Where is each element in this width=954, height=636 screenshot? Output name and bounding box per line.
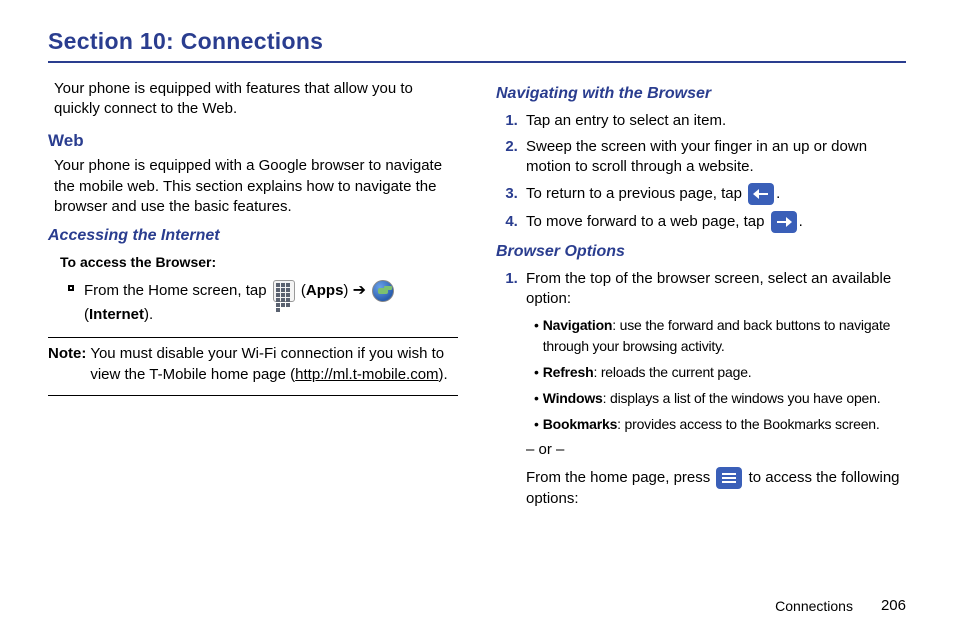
right-column: Navigating with the Browser Tap an entry… — [496, 75, 906, 515]
options-list: From the top of the browser screen, sele… — [496, 269, 906, 509]
options-intro: From the top of the browser screen, sele… — [526, 270, 891, 307]
opt-term-1: Refresh — [543, 364, 594, 380]
or-separator: – or – — [526, 440, 906, 460]
opt-term-3: Bookmarks — [543, 416, 617, 432]
option-windows: •Windows: displays a list of the windows… — [534, 388, 906, 409]
nav-step-3-text: To return to a previous page, tap — [526, 185, 746, 202]
web-heading: Web — [48, 130, 458, 153]
note-block: Note: You must disable your Wi-Fi connec… — [48, 344, 458, 385]
manual-page: Section 10: Connections Your phone is eq… — [0, 0, 954, 636]
tmobile-link[interactable]: http://ml.t-mobile.com — [295, 366, 438, 383]
options-step-1: From the top of the browser screen, sele… — [522, 269, 906, 509]
opt-desc-3: : provides access to the Bookmarks scree… — [617, 416, 879, 432]
square-bullet-icon — [68, 285, 74, 291]
intro-paragraph: Your phone is equipped with features tha… — [48, 79, 458, 120]
from-home-text: From the Home screen, tap — [84, 282, 271, 299]
page-footer: Connections 206 — [775, 597, 906, 614]
menu-button-icon — [716, 467, 742, 489]
nav-step-4-period: . — [799, 213, 803, 230]
two-column-layout: Your phone is equipped with features tha… — [48, 75, 906, 515]
note-body: You must disable your Wi-Fi connection i… — [90, 344, 458, 385]
arrow-right-icon: ➔ — [353, 282, 366, 299]
note-label: Note: — [48, 344, 86, 385]
title-rule — [48, 61, 906, 63]
left-column: Your phone is equipped with features tha… — [48, 75, 458, 515]
options-bullets: •Navigation: use the forward and back bu… — [526, 315, 906, 435]
nav-step-4-text: To move forward to a web page, tap — [526, 213, 769, 230]
opt-desc-1: : reloads the current page. — [593, 364, 751, 380]
nav-step-4: To move forward to a web page, tap . — [522, 211, 906, 233]
web-body: Your phone is equipped with a Google bro… — [48, 156, 458, 217]
note-separator-bottom — [48, 395, 458, 396]
opt-term-0: Navigation — [543, 317, 613, 333]
option-navigation: •Navigation: use the forward and back bu… — [534, 315, 906, 357]
home-press-pre: From the home page, press — [526, 469, 714, 486]
opt-term-2: Windows — [543, 390, 603, 406]
to-access-label: To access the Browser: — [48, 253, 458, 272]
nav-step-3-period: . — [776, 185, 780, 202]
nav-step-1: Tap an entry to select an item. — [522, 111, 906, 131]
home-press-line: From the home page, press to access the … — [526, 467, 906, 509]
apps-icon — [273, 280, 295, 302]
browser-options-heading: Browser Options — [496, 241, 906, 263]
access-instruction: From the Home screen, tap (Apps) ➔ (Inte… — [48, 278, 458, 328]
note-text-2: ). — [439, 366, 448, 383]
note-separator-top — [48, 337, 458, 338]
footer-page-number: 206 — [881, 597, 906, 614]
navigating-list: Tap an entry to select an item. Sweep th… — [496, 111, 906, 234]
globe-icon — [372, 280, 394, 302]
option-bookmarks: •Bookmarks: provides access to the Bookm… — [534, 414, 906, 435]
forward-button-icon — [771, 211, 797, 233]
option-refresh: •Refresh: reloads the current page. — [534, 362, 906, 383]
navigating-heading: Navigating with the Browser — [496, 83, 906, 105]
nav-step-3: To return to a previous page, tap . — [522, 183, 906, 205]
section-title: Section 10: Connections — [48, 28, 906, 55]
nav-step-2: Sweep the screen with your finger in an … — [522, 137, 906, 178]
back-button-icon — [748, 183, 774, 205]
accessing-internet-heading: Accessing the Internet — [48, 225, 458, 247]
footer-chapter: Connections — [775, 598, 853, 614]
apps-label: Apps — [306, 282, 344, 299]
opt-desc-2: : displays a list of the windows you hav… — [603, 390, 881, 406]
access-instruction-text: From the Home screen, tap (Apps) ➔ (Inte… — [84, 278, 458, 328]
internet-label: Internet — [89, 306, 144, 323]
